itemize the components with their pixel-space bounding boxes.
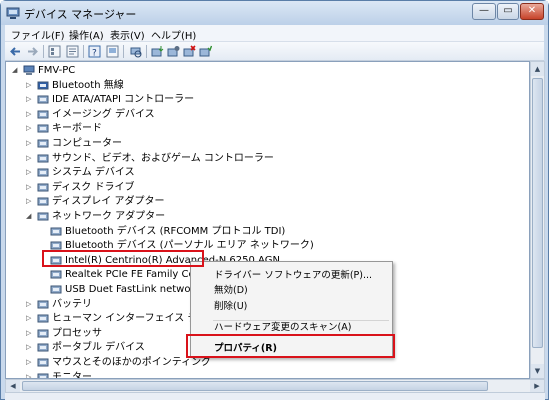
context-menu-disable[interactable]: 無効(D): [214, 282, 248, 296]
enable-device-icon[interactable]: [199, 45, 212, 58]
expand-arrow-icon[interactable]: ▷: [26, 81, 34, 90]
processor-icon: [37, 329, 49, 338]
tree-item-label: ポータブル デバイス: [52, 342, 145, 354]
update-driver-icon[interactable]: [151, 45, 164, 58]
properties-highlight-box: [186, 334, 395, 358]
expand-arrow-icon[interactable]: ▷: [26, 139, 34, 148]
tree-item-label: サウンド、ビデオ、およびゲーム コントローラー: [52, 152, 274, 164]
tree-item-label: プロセッサ: [52, 327, 102, 339]
tree-view-icon[interactable]: [48, 45, 61, 58]
toolbar-separator: [146, 45, 147, 58]
expand-arrow-icon[interactable]: ▷: [26, 124, 34, 133]
tree-item-label: Bluetooth デバイス (RFCOMM プロトコル TDI): [65, 225, 286, 237]
tree-item-label: バッテリ: [52, 298, 92, 310]
network-card-icon: [50, 270, 62, 279]
expand-arrow-icon[interactable]: ▷: [26, 314, 34, 323]
status-bar: [5, 393, 545, 400]
tree-item-label: キーボード: [52, 123, 102, 135]
display-adapter-icon: [37, 197, 49, 206]
bluetooth-icon: [37, 81, 49, 90]
toolbar: ?: [5, 42, 544, 61]
expand-arrow-icon[interactable]: ▷: [26, 329, 34, 338]
network-card-icon: [50, 285, 62, 294]
hid-icon: [37, 314, 49, 323]
tree-root-label: FMV-PC: [38, 65, 76, 76]
toolbar-separator: [123, 45, 124, 58]
tree-item-label: イメージング デバイス: [52, 108, 155, 120]
title-bar: デバイス マネージャー — ▭ ✕: [1, 1, 548, 25]
menu-bar: ファイル(F) 操作(A) 表示(V) ヘルプ(H): [5, 25, 544, 42]
battery-icon: [37, 300, 49, 309]
toolbar-separator: [43, 45, 44, 58]
toolbar-separator: [83, 45, 84, 58]
computer-icon: [23, 65, 35, 75]
expand-arrow-icon[interactable]: ▷: [26, 154, 34, 163]
console-icon[interactable]: [106, 45, 119, 58]
ide-controller-icon: [37, 95, 49, 104]
scroll-left-arrow-icon[interactable]: ◀: [6, 380, 20, 392]
tree-item-label: Bluetooth 無線: [52, 79, 124, 91]
expand-arrow-icon[interactable]: ▷: [26, 343, 34, 352]
tree-item-label: ディスプレイ アダプター: [52, 196, 165, 208]
mouse-icon: [37, 358, 49, 367]
tree-item-label: ディスク ドライブ: [52, 181, 135, 193]
horizontal-scrollbar[interactable]: ◀ ▶: [5, 379, 545, 393]
expand-arrow-icon[interactable]: ▷: [26, 168, 34, 177]
disk-drive-icon: [37, 183, 49, 192]
vertical-scrollbar[interactable]: ▲ ▼: [530, 61, 545, 379]
tree-item-label: ネットワーク アダプター: [52, 211, 166, 222]
camera-icon: [37, 110, 49, 119]
expand-arrow-icon[interactable]: ▷: [26, 183, 34, 192]
monitor-icon: [37, 373, 49, 378]
collapse-arrow-icon[interactable]: ◢: [26, 212, 34, 221]
speaker-icon: [37, 154, 49, 163]
expand-arrow-icon[interactable]: ▷: [26, 358, 34, 367]
properties-icon[interactable]: [66, 45, 79, 58]
network-adapter-icon: [37, 212, 49, 221]
collapse-arrow-icon[interactable]: ◢: [12, 66, 20, 75]
context-menu-scan-hardware[interactable]: ハードウェア変更のスキャン(A): [214, 319, 351, 333]
portable-device-icon: [37, 343, 49, 352]
scroll-right-arrow-icon[interactable]: ▶: [530, 380, 544, 392]
svg-text:?: ?: [92, 49, 97, 59]
back-arrow-icon[interactable]: [9, 45, 22, 58]
tree-item-label: コンピューター: [52, 138, 122, 149]
network-card-icon: [50, 227, 62, 236]
menu-file[interactable]: ファイル(F): [11, 27, 65, 42]
help-icon[interactable]: ?: [88, 45, 101, 58]
expand-arrow-icon[interactable]: ▷: [26, 95, 34, 104]
close-button[interactable]: ✕: [520, 3, 544, 20]
computer-icon: [37, 139, 49, 148]
window-title: デバイス マネージャー: [24, 8, 137, 21]
scroll-down-arrow-icon[interactable]: ▼: [531, 364, 544, 378]
maximize-button[interactable]: ▭: [497, 3, 519, 20]
scroll-up-arrow-icon[interactable]: ▲: [531, 62, 544, 76]
scan-hardware-icon[interactable]: [129, 45, 142, 58]
tree-item-label: モニター: [52, 371, 92, 379]
menu-help[interactable]: ヘルプ(H): [151, 27, 196, 42]
device-manager-icon: [6, 7, 20, 19]
menu-action[interactable]: 操作(A): [69, 27, 104, 42]
keyboard-icon: [37, 124, 49, 133]
horizontal-scroll-thumb[interactable]: [22, 381, 488, 391]
expand-arrow-icon[interactable]: ▷: [26, 197, 34, 206]
context-menu-update-driver[interactable]: ドライバー ソフトウェアの更新(P)...: [214, 267, 372, 281]
tree-item-label: IDE ATA/ATAPI コントローラー: [52, 94, 195, 106]
vertical-scroll-thumb[interactable]: [532, 78, 543, 348]
tree-item-label: システム デバイス: [52, 167, 135, 179]
disable-device-icon[interactable]: [167, 45, 180, 58]
uninstall-device-icon[interactable]: [183, 45, 196, 58]
context-menu-uninstall[interactable]: 削除(U): [214, 298, 247, 312]
minimize-button[interactable]: —: [472, 3, 496, 20]
system-device-icon: [37, 168, 49, 177]
menu-view[interactable]: 表示(V): [110, 27, 145, 42]
expand-arrow-icon[interactable]: ▷: [26, 110, 34, 119]
forward-arrow-icon[interactable]: [26, 45, 39, 58]
expand-arrow-icon[interactable]: ▷: [26, 300, 34, 309]
device-highlight-box: [42, 250, 204, 267]
